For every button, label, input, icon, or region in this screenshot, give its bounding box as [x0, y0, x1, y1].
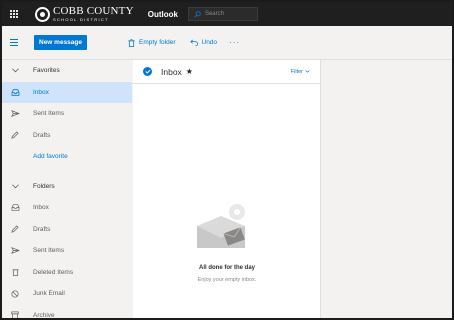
undo-icon	[189, 39, 198, 46]
sidebar-item-label: Junk Email	[33, 290, 65, 298]
sidebar-item-folders-drafts[interactable]: Drafts	[2, 219, 132, 241]
send-icon	[9, 110, 21, 118]
search-placeholder: Search	[204, 11, 224, 17]
sidebar-item-label: Drafts	[33, 225, 51, 233]
folder-title: Inbox	[161, 66, 182, 77]
empty-state-title: All done for the day	[198, 265, 255, 271]
trash-icon	[9, 268, 21, 277]
undo-label: Undo	[201, 39, 218, 46]
filter-button[interactable]: Filter	[291, 69, 310, 75]
sidebar-item-folders-junk[interactable]: Junk Email	[2, 283, 132, 305]
more-options-button[interactable]: ···	[229, 38, 240, 47]
archive-icon	[9, 311, 21, 318]
sidebar-item-folders-deleted[interactable]: Deleted Items	[2, 262, 132, 284]
pencil-icon	[9, 225, 21, 233]
chevron-down-icon	[305, 70, 310, 73]
sidebar-item-folders-archive[interactable]: Archive	[2, 305, 132, 319]
sidebar-item-folders-inbox[interactable]: Inbox	[2, 197, 132, 219]
logo-subtitle: SCHOOL DISTRICT	[53, 17, 109, 22]
add-favorite-link[interactable]: Add favorite	[2, 146, 132, 168]
sidebar-item-folders-sent[interactable]: Sent Items	[2, 240, 132, 262]
logo-title: COBB COUNTY	[53, 5, 134, 17]
empty-inbox-illustration-icon	[197, 204, 245, 248]
sidebar-item-favorites-sent[interactable]: Sent Items	[2, 103, 132, 125]
add-favorite-label: Add favorite	[33, 153, 68, 161]
search-input[interactable]: Search	[187, 7, 258, 21]
sidebar-item-label: Sent Items	[33, 247, 65, 255]
filter-label: Filter	[290, 68, 303, 75]
chevron-down-icon	[9, 184, 21, 189]
empty-folder-button[interactable]: Empty folder	[128, 38, 176, 47]
send-icon	[9, 247, 21, 255]
empty-folder-label: Empty folder	[139, 39, 176, 46]
folder-pane: Favorites Inbox Sent Items Drafts Add fa…	[2, 60, 132, 319]
favorites-header[interactable]: Favorites	[2, 60, 132, 82]
chevron-down-icon	[9, 68, 21, 73]
district-logo[interactable]: COBB COUNTY SCHOOL DISTRICT	[35, 6, 134, 22]
command-bar: New message Empty folder Undo ···	[2, 26, 452, 60]
folders-header[interactable]: Folders	[2, 176, 132, 198]
trash-icon	[128, 38, 135, 47]
sidebar-item-favorites-drafts[interactable]: Drafts	[2, 125, 132, 147]
section-divider	[2, 168, 132, 176]
block-icon	[9, 290, 21, 298]
new-message-button[interactable]: New message	[34, 35, 87, 50]
top-bar: COBB COUNTY SCHOOL DISTRICT Outlook Sear…	[2, 2, 452, 26]
select-all-checkbox[interactable]	[143, 67, 152, 76]
reading-pane	[322, 60, 452, 318]
search-icon	[194, 10, 201, 18]
logo-emblem-icon	[35, 6, 50, 22]
list-header: Inbox ★ Filter	[133, 60, 320, 84]
hamburger-menu-icon[interactable]	[10, 26, 28, 60]
sidebar-item-label: Sent Items	[33, 110, 65, 118]
undo-button[interactable]: Undo	[189, 39, 218, 46]
app-name[interactable]: Outlook	[148, 10, 178, 19]
pencil-icon	[9, 131, 21, 139]
favorites-label: Favorites	[33, 67, 60, 75]
message-list-pane: Inbox ★ Filter All done for the day Enjo…	[133, 60, 321, 318]
inbox-icon	[9, 204, 21, 211]
folders-label: Folders	[33, 182, 55, 190]
star-icon[interactable]: ★	[186, 67, 193, 76]
empty-state-subtitle: Enjoy your empty inbox.	[197, 277, 257, 283]
inbox-icon	[9, 89, 21, 96]
app-launcher-button[interactable]	[2, 2, 26, 26]
sidebar-item-label: Inbox	[33, 204, 49, 212]
sidebar-item-favorites-inbox[interactable]: Inbox	[2, 81, 132, 103]
outlook-window: COBB COUNTY SCHOOL DISTRICT Outlook Sear…	[0, 0, 454, 320]
checkmark-icon	[144, 69, 151, 74]
waffle-icon	[10, 10, 18, 18]
sidebar-item-label: Archive	[33, 311, 55, 319]
sidebar-item-label: Drafts	[33, 131, 51, 139]
sidebar-item-label: Deleted Items	[33, 268, 74, 276]
sidebar-item-label: Inbox	[33, 88, 49, 96]
